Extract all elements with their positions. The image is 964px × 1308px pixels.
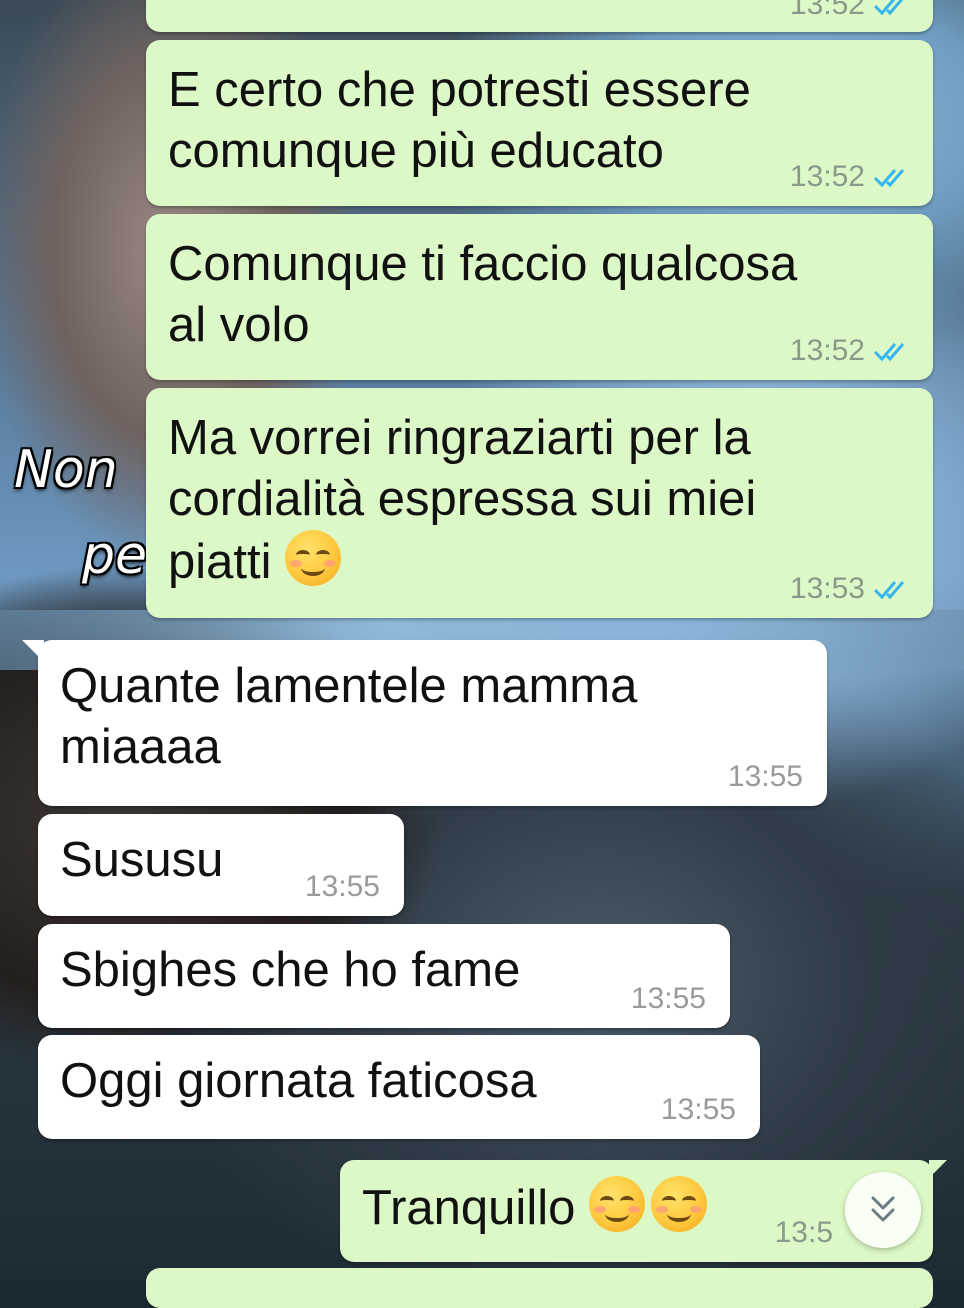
message-meta: 13:52 bbox=[790, 0, 913, 22]
message-text: Comunque ti faccio qualcosa al volo bbox=[168, 237, 798, 352]
message-meta: 13:52 bbox=[790, 334, 913, 368]
message-text: Oggi giornata faticosa bbox=[60, 1054, 537, 1108]
message-time: 13:52 bbox=[789, 0, 865, 21]
double-chevron-down-icon bbox=[871, 1196, 895, 1222]
message-time: 13:53 bbox=[789, 572, 865, 605]
message-time: 13:52 bbox=[789, 334, 865, 367]
message-meta: 13:55 bbox=[728, 760, 803, 794]
message-text-content: Tranquillo bbox=[362, 1181, 576, 1235]
message-text: Ma vorrei ringraziarti per la cordialità… bbox=[168, 408, 756, 593]
message-text: Tranquillo bbox=[362, 1176, 707, 1239]
message-bubble-outgoing[interactable]: Comunque ti faccio qualcosa al volo 13:5… bbox=[146, 214, 933, 380]
message-time: 13:55 bbox=[304, 870, 380, 903]
scroll-to-bottom-button[interactable] bbox=[845, 1172, 921, 1248]
read-ticks-icon bbox=[873, 0, 904, 16]
message-time: 13:52 bbox=[789, 160, 865, 193]
message-text: Sbighes che ho fame bbox=[60, 943, 521, 997]
message-bubble-outgoing[interactable]: Ma vorrei ringraziarti per la cordialità… bbox=[146, 388, 933, 618]
bubble-tail bbox=[22, 640, 44, 662]
message-meta: 13:55 bbox=[305, 870, 380, 904]
message-text-content: Ma vorrei ringraziarti per la cordialità… bbox=[168, 411, 757, 589]
message-text: E certo che potresti essere comunque più… bbox=[168, 63, 751, 178]
smiling-face-icon bbox=[588, 1176, 645, 1232]
bubble-tail bbox=[929, 1160, 947, 1178]
message-text: Quante lamentele mamma miaaaa bbox=[60, 659, 638, 774]
message-meta: 13:55 bbox=[661, 1093, 736, 1127]
message-bubble-incoming[interactable]: Quante lamentele mamma miaaaa 13:55 bbox=[22, 640, 827, 806]
wallpaper-caption: pe bbox=[82, 526, 147, 586]
wallpaper-caption: Non bbox=[14, 440, 118, 500]
message-bubble-outgoing[interactable]: 13:52 bbox=[146, 0, 933, 32]
message-time: 13:5 bbox=[774, 1216, 833, 1249]
message-bubble-incoming[interactable]: Sbighes che ho fame 13:55 bbox=[38, 924, 730, 1028]
read-ticks-icon bbox=[873, 581, 905, 600]
read-ticks-icon bbox=[873, 343, 905, 362]
smiling-face-icon bbox=[285, 530, 342, 586]
message-meta: 13:53 bbox=[790, 572, 913, 606]
smiling-face-icon bbox=[650, 1176, 707, 1232]
message-bubble-incoming[interactable]: Oggi giornata faticosa 13:55 bbox=[38, 1035, 760, 1139]
message-time: 13:55 bbox=[727, 760, 803, 793]
message-meta: 13:52 bbox=[790, 160, 913, 194]
read-ticks-icon bbox=[873, 169, 905, 188]
message-bubble-incoming[interactable]: Sususu 13:55 bbox=[38, 814, 404, 916]
message-text: Sususu bbox=[60, 833, 224, 887]
message-meta: 13:55 bbox=[631, 982, 706, 1016]
message-bubble-outgoing[interactable] bbox=[146, 1268, 933, 1308]
message-meta: 13:5 bbox=[775, 1216, 833, 1250]
message-time: 13:55 bbox=[630, 982, 706, 1015]
message-time: 13:55 bbox=[660, 1093, 736, 1126]
message-bubble-outgoing[interactable]: E certo che potresti essere comunque più… bbox=[146, 40, 933, 206]
